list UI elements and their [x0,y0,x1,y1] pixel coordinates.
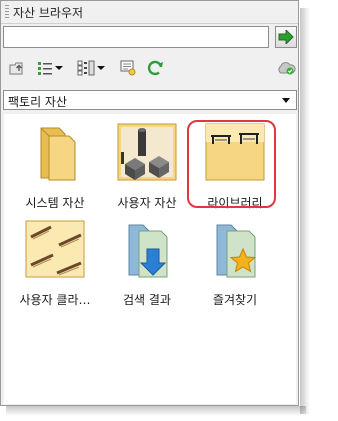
window-title: 자산 브라우저 [13,6,84,20]
arrow-right-icon [278,30,294,44]
selection-highlight [187,120,276,208]
search-go-button[interactable] [275,26,297,48]
chevron-down-icon [282,98,290,103]
chevron-down-icon [55,66,63,70]
list-view-icon [38,62,52,75]
search-results-folder-icon [128,224,168,278]
item-label: 시스템 자산 [25,196,85,210]
asset-browser-panel: 자산 브라우저 팩토리 자산 시스템 자산 사용자 자산 라이브러리 사용자 클… [0,0,299,406]
favorites-folder-icon [216,224,257,278]
item-search-results[interactable]: 검색 결과 [102,219,192,319]
chevron-down-icon [97,66,105,70]
preview-icon [120,60,136,76]
item-favorites[interactable]: 즐겨찾기 [190,219,280,319]
drag-grip-icon[interactable] [5,5,9,18]
category-select-row: 팩토리 자산 [2,90,298,112]
cloud-sync-icon [278,62,296,75]
category-select[interactable]: 팩토리 자산 [3,90,297,110]
system-folder-icon [40,127,76,181]
cloud-sync-button[interactable] [276,57,296,79]
search-input[interactable] [3,26,269,48]
refresh-button[interactable] [144,57,166,79]
title-bar[interactable]: 자산 브라우저 [1,1,298,24]
toolbar [2,57,298,81]
item-label: 즐겨찾기 [212,293,258,307]
item-label: 검색 결과 [123,293,171,307]
item-user-client[interactable]: 사용자 클라… [10,219,100,319]
user-assets-folder-icon [117,123,177,181]
item-system-assets[interactable]: 시스템 자산 [10,122,100,222]
refresh-icon [147,60,163,76]
category-select-value: 팩토리 자산 [8,95,68,109]
view-options-icon [77,60,95,76]
item-label: 사용자 자산 [117,196,177,210]
view-options-dropdown[interactable] [73,57,109,79]
list-view-dropdown[interactable] [33,57,67,79]
item-user-assets[interactable]: 사용자 자산 [102,122,192,222]
user-client-folder-icon [25,220,85,278]
item-label: 사용자 클라… [19,293,91,307]
folder-up-icon [9,62,23,75]
folder-up-button[interactable] [7,57,27,79]
preview-button[interactable] [118,57,138,79]
search-row [2,26,298,52]
